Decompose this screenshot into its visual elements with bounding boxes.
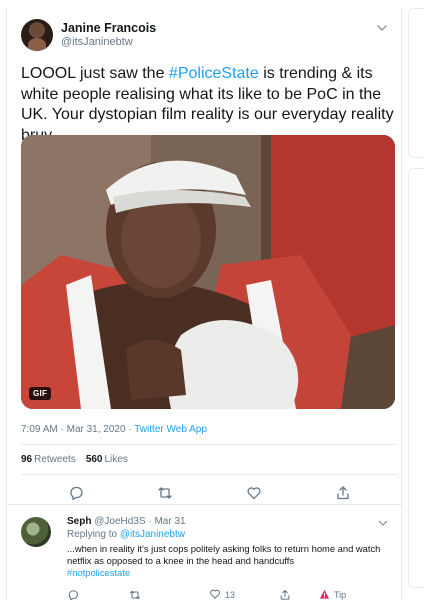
reply-tweet[interactable]: Seph @JoeHd3S · Mar 31 Replying to @itsJ… [7, 510, 403, 600]
divider [7, 504, 403, 505]
reply-actions: 13 Tip [67, 588, 387, 600]
tweet-text-part: LOOOL just saw the [21, 65, 169, 82]
author-handle[interactable]: @itsJaninebtw [61, 36, 133, 48]
gif-media[interactable]: GIF [21, 135, 395, 409]
likes-label: Likes [104, 454, 128, 465]
retweet-icon[interactable] [129, 588, 141, 600]
author-display-name[interactable]: Janine Francois [61, 21, 156, 35]
reply-author-avatar[interactable] [21, 517, 51, 547]
tweet-actions [21, 482, 397, 504]
gif-badge: GIF [29, 387, 52, 400]
reply-hashtag-link[interactable]: #notpolicestate [67, 567, 130, 578]
reply-author-name[interactable]: Seph [67, 516, 91, 527]
replying-label: Replying to [67, 529, 118, 540]
likes-stat[interactable]: 560 Likes [86, 454, 128, 465]
reply-icon[interactable] [65, 482, 87, 504]
meta-separator: · [60, 424, 64, 435]
chevron-down-icon[interactable] [377, 516, 389, 528]
reply-date[interactable]: Mar 31 [154, 516, 185, 527]
reply-icon[interactable] [67, 588, 79, 600]
divider [21, 444, 397, 445]
likes-count: 560 [85, 454, 103, 465]
divider [21, 474, 397, 475]
tweet-time[interactable]: 7:09 AM [21, 424, 58, 435]
like-button[interactable]: 13 [209, 588, 235, 600]
reply-like-count: 13 [225, 590, 236, 600]
chevron-down-icon[interactable] [375, 21, 389, 35]
reply-text: ...when in reality it's just cops polite… [67, 543, 397, 579]
tweet-stats: 96 Retweets 560 Likes [21, 454, 128, 465]
replying-to: Replying to @itsJaninebtw [67, 529, 185, 540]
hashtag-link[interactable]: #PoliceState [169, 65, 259, 82]
reply-author-handle[interactable]: @JoeHd3S [94, 516, 145, 527]
tweet-column: Janine Francois @itsJaninebtw LOOOL just… [6, 8, 403, 600]
gif-frame-image [21, 135, 395, 409]
tip-label: Tip [334, 590, 347, 600]
tweet-header: Janine Francois @itsJaninebtw [21, 19, 391, 55]
reply-header: Seph @JoeHd3S · Mar 31 [67, 516, 186, 527]
tweet-timestamp: 7:09 AM · Mar 31, 2020 · Twitter Web App [21, 424, 207, 435]
sidebar-card [408, 168, 424, 588]
sidebar-card [408, 8, 424, 158]
share-icon[interactable] [332, 482, 354, 504]
author-avatar[interactable] [21, 19, 53, 51]
retweets-count: 96 [21, 454, 33, 465]
retweet-icon[interactable] [154, 482, 176, 504]
share-icon[interactable] [279, 588, 291, 600]
tweet-date[interactable]: Mar 31, 2020 [67, 424, 126, 435]
retweets-stat[interactable]: 96 Retweets [21, 454, 76, 465]
right-sidebar-edge [408, 8, 424, 600]
reply-text-body: ...when in reality it's just cops polite… [67, 543, 381, 566]
tip-button[interactable]: Tip [319, 588, 346, 600]
heart-icon [209, 588, 221, 600]
tweet-text: LOOOL just saw the #PoliceState is trend… [21, 64, 397, 146]
retweets-label: Retweets [34, 454, 76, 465]
tweet-source-link[interactable]: Twitter Web App [134, 424, 207, 435]
heart-icon[interactable] [243, 482, 265, 504]
meta-separator: · [148, 516, 152, 527]
replying-to-handle[interactable]: @itsJaninebtw [120, 529, 185, 540]
meta-separator: · [128, 424, 132, 435]
tip-icon [319, 589, 330, 600]
